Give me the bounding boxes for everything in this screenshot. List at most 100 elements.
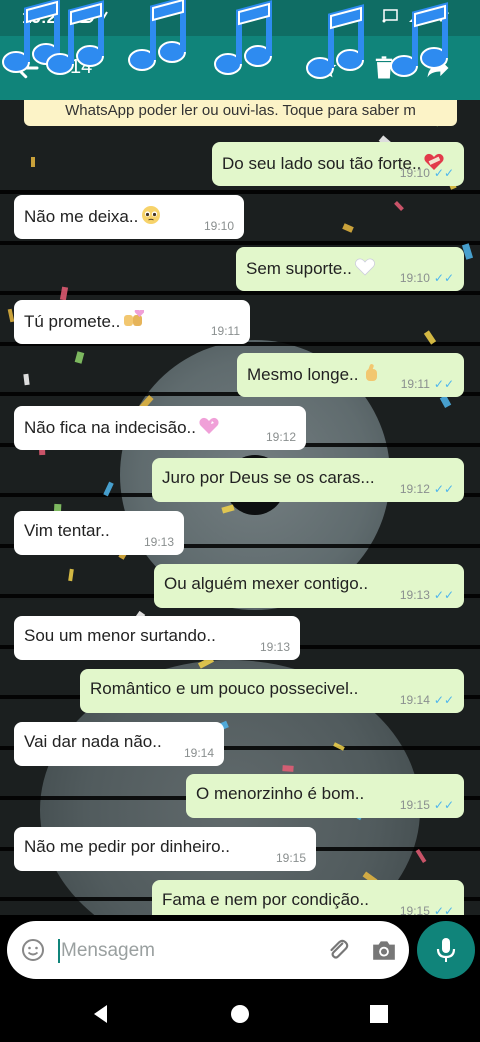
message-meta: 19:10 ✓✓ (400, 271, 454, 285)
message-time: 19:11 (210, 324, 240, 339)
data-saver-icon (76, 11, 94, 23)
read-receipt-icon: ✓✓ (433, 798, 454, 813)
selected-count: 14 (70, 56, 93, 78)
status-system-icons (382, 9, 450, 26)
delete-icon[interactable] (370, 54, 398, 82)
message-bubble-incoming[interactable]: Não me pedir por dinheiro.. 19:15 (14, 827, 316, 872)
message-meta: 19:10 (204, 219, 234, 233)
confetti-piece (439, 394, 452, 409)
link-icon (100, 11, 108, 23)
message-meta: 19:14 ✓✓ (400, 693, 454, 707)
message-bubble-outgoing[interactable]: Juro por Deus se os caras... 19:12 ✓✓ (152, 458, 464, 503)
message-text: O menorzinho é bom.. (196, 784, 365, 804)
crossed-fingers-icon (365, 363, 377, 381)
message-text: Do seu lado sou tão forte.. (222, 154, 422, 173)
message-bubble-incoming[interactable]: Sou um menor surtando.. 19:13 (14, 616, 300, 661)
nav-recents-icon[interactable] (368, 1003, 390, 1025)
message-input[interactable]: Mensagem (7, 921, 409, 979)
message-meta: 19:15 ✓✓ (400, 798, 454, 812)
background-stripe (0, 190, 480, 194)
message-time: 19:10 (203, 218, 234, 233)
message-text: Mesmo longe.. (247, 364, 359, 384)
message-bubble-incoming[interactable]: Tú promete.. 19:11 (14, 300, 250, 345)
message-time: 19:12 (265, 429, 296, 444)
status-notification-icons (76, 10, 110, 27)
confetti-piece (342, 223, 354, 233)
message-time: 19:10 (399, 271, 430, 286)
confetti-piece (394, 201, 404, 211)
message-bubble-outgoing[interactable]: Sem suporte.. 19:10 ✓✓ (236, 247, 464, 292)
forward-icon[interactable] (424, 54, 452, 82)
chat-area[interactable]: WhatsApp poder ler ou ouvi-las. Toque pa… (0, 100, 480, 915)
message-meta: 19:11 ✓✓ (401, 377, 454, 391)
emoji-icon[interactable] (21, 938, 45, 962)
message-bubble-outgoing[interactable]: Romântico e um pouco possecivel.. 19:14 ✓✓ (80, 669, 464, 713)
message-meta: 19:10 ✓✓ (400, 166, 454, 180)
back-arrow-icon[interactable] (12, 53, 42, 83)
composer-bar: Mensagem (0, 915, 480, 985)
encryption-banner[interactable]: WhatsApp poder ler ou ouvi-las. Toque pa… (24, 100, 457, 126)
read-receipt-icon: ✓✓ (433, 587, 454, 602)
message-meta: 19:12 ✓✓ (400, 482, 454, 496)
message-bubble-outgoing[interactable]: O menorzinho é bom.. 19:15 ✓✓ (186, 774, 464, 819)
message-meta: 19:13 (260, 640, 290, 654)
microphone-icon (436, 938, 456, 962)
message-time: 19:14 (183, 745, 214, 760)
message-bubble-outgoing[interactable]: Ou alguém mexer contigo.. 19:13 ✓✓ (154, 563, 464, 608)
pleading-face-icon (142, 205, 161, 224)
pinky-promise-icon (124, 310, 145, 327)
confetti-piece (415, 849, 427, 863)
nav-back-icon[interactable] (90, 1003, 112, 1025)
status-time: 19:2 (22, 8, 57, 27)
camera-icon[interactable] (371, 938, 397, 962)
message-time: 19:13 (259, 640, 290, 655)
background-stripe (0, 291, 480, 295)
message-meta: 19:15 ✓✓ (400, 904, 454, 915)
voice-record-button[interactable] (417, 921, 475, 979)
confetti-piece (74, 351, 85, 364)
message-text: Romântico e um pouco possecivel.. (90, 679, 359, 698)
message-bubble-outgoing[interactable]: Fama e nem por condição.. 19:15 ✓✓ (152, 879, 464, 915)
message-time: 19:12 (399, 482, 430, 497)
star-icon[interactable] (312, 54, 340, 82)
attach-icon[interactable] (325, 937, 351, 963)
read-receipt-icon: ✓✓ (433, 376, 454, 391)
message-bubble-incoming[interactable]: Não me deixa.. 19:10 (14, 194, 244, 239)
message-time: 19:13 (399, 587, 430, 602)
message-time: 19:15 (399, 798, 430, 813)
read-receipt-icon: ✓✓ (433, 271, 454, 286)
message-bubble-incoming[interactable]: Vim tentar.. 19:13 (14, 510, 184, 555)
confetti-piece (23, 373, 30, 386)
confetti-piece (282, 765, 294, 772)
message-meta: 19:11 (211, 324, 240, 338)
background-stripe (0, 240, 480, 245)
status-bar: 19:2 (0, 0, 480, 36)
confetti-piece (68, 568, 74, 582)
message-text: Vai dar nada não.. (24, 731, 162, 751)
message-bubble-outgoing[interactable]: Mesmo longe.. 19:11 ✓✓ (237, 352, 464, 397)
text-caret (58, 939, 60, 963)
confetti-piece (59, 286, 69, 301)
pink-heart-icon (199, 417, 219, 434)
message-text: Sem suporte.. (246, 259, 352, 279)
message-text: Ou alguém mexer contigo.. (164, 573, 369, 593)
nav-home-icon[interactable] (229, 1003, 251, 1025)
message-text: Sou um menor surtando.. (24, 626, 216, 646)
message-bubble-incoming[interactable]: Não fica na indecisão.. 19:12 (14, 405, 306, 450)
message-meta: 19:12 (266, 430, 296, 444)
read-receipt-icon: ✓✓ (433, 166, 454, 180)
message-text: Tú promete.. (24, 312, 121, 332)
message-text: Fama e nem por condição.. (162, 889, 369, 909)
message-bubble-incoming[interactable]: Vai dar nada não.. 19:14 (14, 721, 224, 766)
message-text: Não me pedir por dinheiro.. (24, 837, 231, 857)
system-nav-bar (0, 985, 480, 1042)
message-time: 19:13 (143, 534, 174, 549)
selection-toolbar: 14 (0, 36, 480, 100)
message-time: 19:14 (399, 693, 430, 707)
message-meta: 19:13 ✓✓ (400, 588, 454, 602)
wifi-icon (433, 9, 449, 22)
white-heart-icon (354, 258, 375, 276)
confetti-piece (31, 157, 35, 167)
message-text: Vim tentar.. (24, 520, 110, 540)
message-bubble-outgoing[interactable]: Do seu lado sou tão forte.. 19:10 ✓✓ (212, 142, 464, 186)
